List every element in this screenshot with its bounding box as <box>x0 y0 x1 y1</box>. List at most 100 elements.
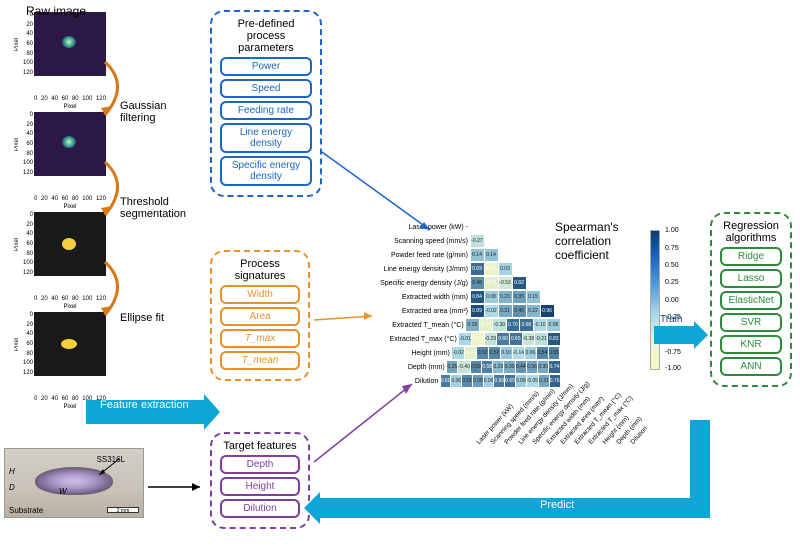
corr-cell: -0.01 <box>459 333 471 345</box>
corr-cell: -0.02 <box>485 305 498 317</box>
corr-cell: 0.69 <box>471 263 484 275</box>
signatures-title: Process signatures <box>220 258 300 282</box>
regression-item: ANN <box>720 357 782 376</box>
corr-cell: -0.05 <box>527 375 538 387</box>
targets-item: Dilution <box>220 499 300 518</box>
corr-cell: 0.22 <box>527 305 540 317</box>
corr-cell: -0.53 <box>499 277 512 289</box>
image-ellipse: Pixel 020406080100120 020406080100120 Pi… <box>18 312 106 390</box>
arrow-threshold-icon <box>100 160 150 220</box>
corr-cell: 0.52 <box>477 347 488 359</box>
corr-cell: 0.36 <box>527 361 537 373</box>
predefined-title: Pre-defined process parameters <box>220 18 312 54</box>
corr-cell: 0.14 <box>471 249 484 261</box>
corr-cell: 0.83 <box>548 333 560 345</box>
corr-cell: 0.76 <box>550 375 560 387</box>
train-label: Train <box>660 314 682 325</box>
corr-cell: 0.74 <box>549 361 559 373</box>
corr-cell: 0.39 <box>473 375 483 387</box>
corr-cell: 0.35 <box>447 361 457 373</box>
corr-cell: 0.65 <box>510 333 522 345</box>
corr-cell: 0.68 <box>520 319 532 331</box>
corr-cell: 0.51 <box>462 375 472 387</box>
corr-row: Extracted T_max (°C)-0.01-0.87-0.290.600… <box>360 332 560 346</box>
corr-row: Extracted T_mean (°C)0.26-0.74-0.300.700… <box>360 318 560 332</box>
regression-box: Regression algorithms Ridge Lasso Elasti… <box>710 212 792 387</box>
corr-cell: 0.60 <box>494 375 504 387</box>
corr-cell: 0.55 <box>549 347 560 359</box>
corr-row-label: Extracted width (mm) <box>360 294 470 301</box>
corr-cell: -0.74 <box>465 347 476 359</box>
arrow-gaussian-icon <box>100 60 150 120</box>
corr-cell: -0.21 <box>535 333 547 345</box>
regression-item: KNR <box>720 335 782 354</box>
substrate-label: Substrate <box>9 506 43 515</box>
corr-cell: -0.40 <box>458 361 469 373</box>
corr-row: Specific energy density (J/g)0.48-0.71-0… <box>360 276 560 290</box>
corr-row-label: Specific energy density (J/g) <box>360 280 470 287</box>
corr-cell: -0.14 <box>513 347 524 359</box>
corr-cell: 0.15 <box>527 291 540 303</box>
predict-label: Predict <box>540 499 574 511</box>
corr-cell: 0.70 <box>507 319 519 331</box>
corr-cell: -0.30 <box>493 319 505 331</box>
corr-cell: 0.30 <box>504 361 514 373</box>
corr-cell: 0.82 <box>513 277 526 289</box>
arrow-crosssection-to-targets-icon <box>146 480 208 494</box>
corr-cell: -0.29 <box>485 333 497 345</box>
corr-cell: -0.83 <box>485 263 498 275</box>
corr-cell: 0.46 <box>513 305 526 317</box>
corr-cell: 0.54 <box>537 347 548 359</box>
signatures-item: T_max <box>220 329 300 348</box>
corr-cell: -0.71 <box>485 277 498 289</box>
predefined-box: Pre-defined process parameters Power Spe… <box>210 10 322 197</box>
corr-cell: -0.02 <box>452 347 463 359</box>
corr-cell: 0.14 <box>485 249 498 261</box>
regression-title: Regression algorithms <box>720 220 782 244</box>
dim-D: D <box>9 483 15 492</box>
corr-cell: 0.31 <box>499 305 512 317</box>
x-axis-label: Pixel <box>34 104 106 110</box>
signatures-item: Width <box>220 285 300 304</box>
y-axis-ticks: 020406080100120 <box>18 12 34 76</box>
corr-cell: 0.06 <box>525 347 536 359</box>
corr-row-label: Line energy density (J/mm) <box>360 266 470 273</box>
signatures-item: T_mean <box>220 351 300 370</box>
colorbar: 1.00 0.75 0.50 0.25 0.00 -0.25 -0.50 -0.… <box>650 230 660 370</box>
corr-cell: -0.74 <box>480 319 492 331</box>
corr-cell: 0.52 <box>489 347 500 359</box>
dim-W: W <box>59 487 67 496</box>
image-raw: Pixel 020406080100120 020406080100120 Pi… <box>18 12 106 90</box>
corr-row: Line energy density (J/mm)0.69-0.830.03 <box>360 262 560 276</box>
corr-row: Extracted area (mm²)0.89-0.020.310.460.2… <box>360 304 560 318</box>
corr-cell: 0.84 <box>471 291 484 303</box>
feature-ext-label: Feature extraction <box>100 399 190 411</box>
predefined-item: Feeding rate <box>220 101 312 120</box>
targets-item: Depth <box>220 455 300 474</box>
arrow-ellipse-icon <box>100 260 150 320</box>
spearman-label: Spearman's correlation coefficient <box>555 220 655 262</box>
corr-cell: 0.08 <box>485 291 498 303</box>
corr-cell: 0.30 <box>538 361 548 373</box>
arrow-predict-v <box>690 420 710 518</box>
corr-row-label: Extracted T_max (°C) <box>360 336 459 343</box>
image-threshold: Pixel 020406080100120 020406080100120 Pi… <box>18 212 106 290</box>
targets-box: Target features Depth Height Dilution <box>210 432 310 529</box>
corr-cell: 0.31 <box>539 375 549 387</box>
corr-cell: 0.03 <box>499 263 512 275</box>
x-axis-ticks: 020406080100120 <box>34 96 106 102</box>
signatures-item: Area <box>220 307 300 326</box>
signatures-box: Process signatures Width Area T_max T_me… <box>210 250 310 381</box>
corr-row-label: Height (mm) <box>360 350 452 357</box>
regression-item: Lasso <box>720 269 782 288</box>
predefined-item: Speed <box>220 79 312 98</box>
arrow-signatures-to-corr-icon <box>312 310 382 330</box>
corr-cell: 0.60 <box>497 333 509 345</box>
corr-cell: 0.06 <box>451 375 461 387</box>
predefined-item: Specific energy density <box>220 156 312 186</box>
corr-cell: 0.26 <box>466 319 478 331</box>
arrow-targets-to-corr-icon <box>312 380 422 470</box>
targets-item: Height <box>220 477 300 496</box>
targets-title: Target features <box>220 440 300 452</box>
predefined-item: Power <box>220 57 312 76</box>
